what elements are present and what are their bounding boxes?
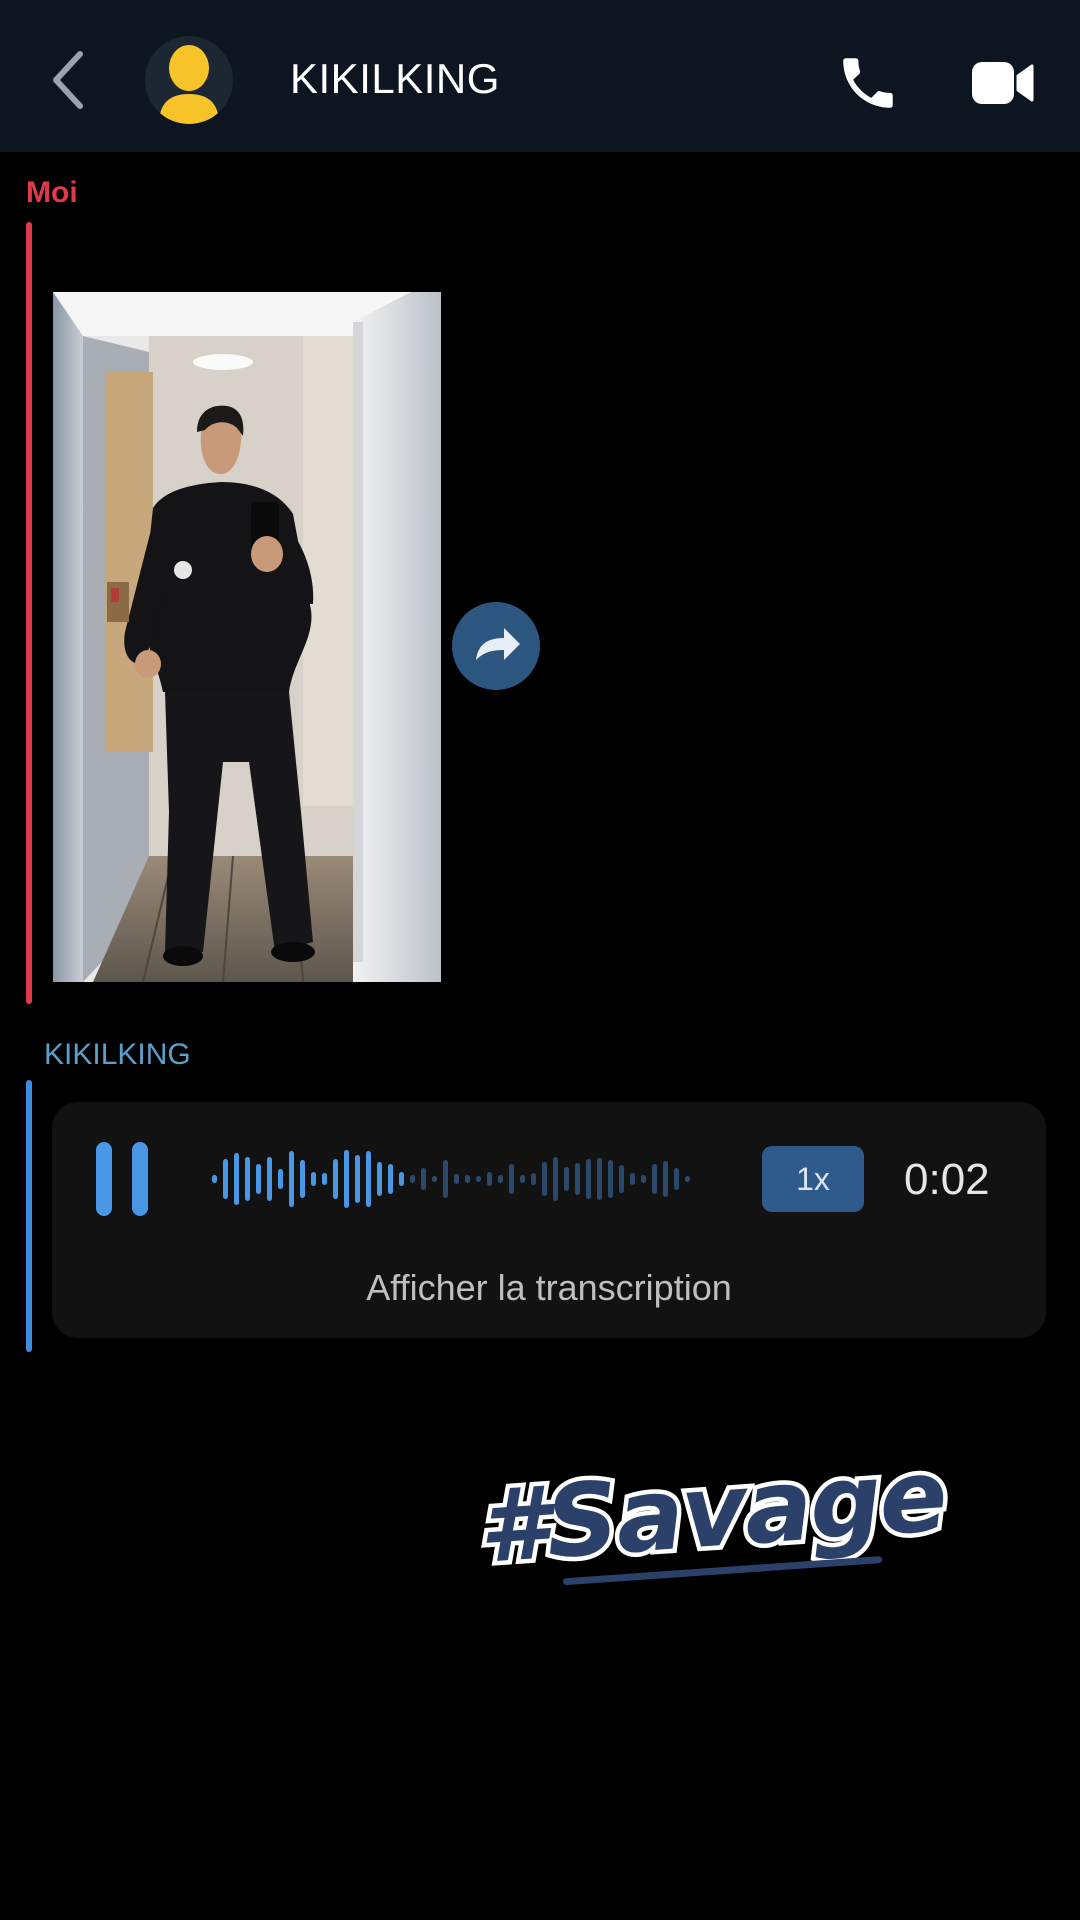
waveform-bar [388, 1164, 393, 1194]
savage-sticker: #Savage [470, 1432, 953, 1607]
waveform-bar [377, 1162, 382, 1196]
chat-header: KIKILKING [0, 0, 1080, 152]
forward-arrow-icon [476, 628, 520, 660]
waveform-bar [652, 1164, 657, 1194]
waveform-bar [454, 1174, 459, 1184]
waveform-bar [619, 1165, 624, 1193]
waveform-bar [597, 1158, 602, 1200]
message-accent-bar-contact [26, 1080, 32, 1352]
waveform-bar [399, 1172, 404, 1186]
contact-name[interactable]: KIKILKING [290, 58, 500, 100]
waveform-bar [267, 1157, 272, 1201]
back-button[interactable] [40, 44, 100, 116]
waveform-bar [674, 1168, 679, 1190]
waveform-bar [630, 1173, 635, 1185]
waveform-bar [212, 1175, 217, 1183]
waveform-bar [608, 1160, 613, 1198]
waveform-bar [344, 1150, 349, 1208]
waveform-bar [487, 1172, 492, 1186]
pause-button[interactable] [96, 1142, 152, 1216]
waveform-bar [663, 1161, 668, 1197]
forward-button[interactable] [452, 602, 540, 690]
waveform-bar [245, 1157, 250, 1201]
waveform-bar [564, 1167, 569, 1191]
waveform-bar [685, 1176, 690, 1182]
mirror-selfie-photo [53, 292, 441, 982]
waveform-bar [355, 1155, 360, 1203]
waveform-bar [322, 1173, 327, 1185]
waveform-bar [333, 1159, 338, 1199]
photo-message[interactable] [53, 292, 441, 982]
waveform-bar [234, 1153, 239, 1205]
playback-speed-button[interactable]: 1x [762, 1146, 864, 1212]
waveform-bar [256, 1164, 261, 1194]
waveform-bar [300, 1160, 305, 1198]
waveform-bar [641, 1175, 646, 1183]
waveform-bar [421, 1168, 426, 1190]
waveform-bar [509, 1164, 514, 1194]
message-accent-bar-me [26, 222, 32, 1004]
chat-screen: KIKILKING Moi KIKILKING 1x 0:02 Afficher… [0, 0, 1080, 1920]
waveform-bar [520, 1175, 525, 1183]
voice-duration: 0:02 [904, 1155, 990, 1204]
waveform-bar [531, 1173, 536, 1185]
call-button[interactable] [835, 50, 901, 116]
waveform-bar [289, 1151, 294, 1207]
user-silhouette-icon [159, 45, 219, 124]
pause-icon [96, 1142, 112, 1216]
waveform-bar [278, 1169, 283, 1189]
waveform-bar [553, 1157, 558, 1201]
contact-avatar[interactable] [145, 36, 233, 124]
waveform-bar [432, 1176, 437, 1182]
waveform-bar [476, 1176, 481, 1182]
video-call-button[interactable] [970, 56, 1036, 110]
sender-label-contact: KIKILKING [44, 1038, 191, 1071]
waveform-bar [443, 1160, 448, 1198]
phone-icon [843, 58, 893, 108]
waveform-bar [575, 1163, 580, 1195]
sender-label-me: Moi [26, 176, 78, 209]
waveform-bar [498, 1175, 503, 1183]
waveform-bar [366, 1151, 371, 1207]
waveform-bar [311, 1172, 316, 1186]
waveform-bar [465, 1175, 470, 1183]
chevron-left-icon [53, 51, 83, 109]
voice-waveform[interactable] [212, 1140, 698, 1218]
waveform-bar [542, 1162, 547, 1196]
video-camera-icon [972, 62, 1034, 104]
waveform-bar [223, 1159, 228, 1199]
pause-icon-bar [132, 1142, 148, 1216]
waveform-bar [586, 1159, 591, 1199]
waveform-bar [410, 1175, 415, 1183]
show-transcription-button[interactable]: Afficher la transcription [52, 1270, 1046, 1306]
